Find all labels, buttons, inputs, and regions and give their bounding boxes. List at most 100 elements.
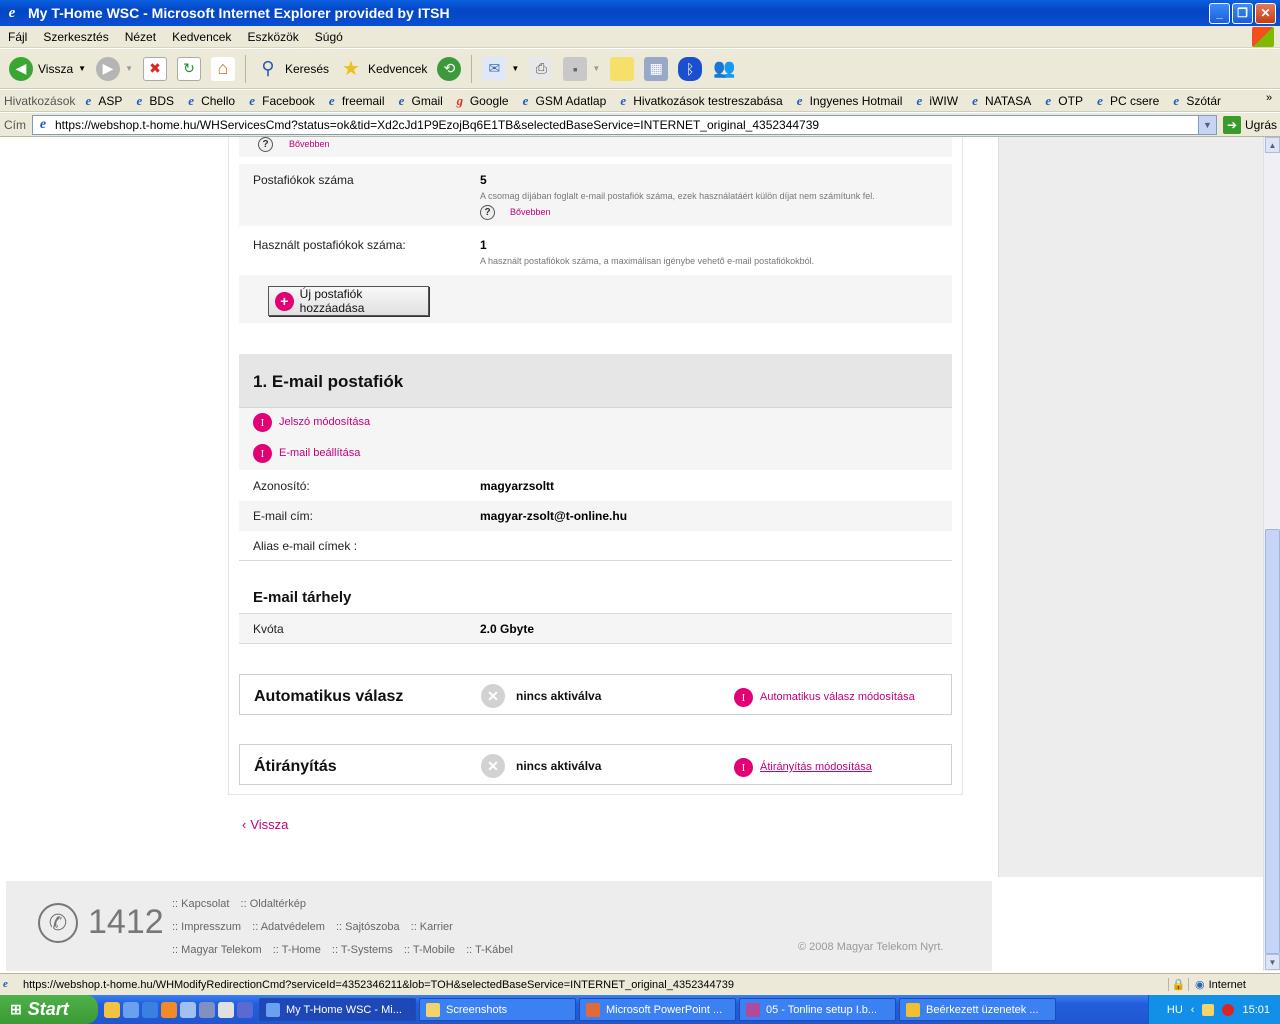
quick-launch-icon[interactable]	[218, 1001, 234, 1018]
quick-launch-icon[interactable]	[123, 1001, 139, 1018]
link-item[interactable]: e iWIW	[912, 93, 959, 108]
language-indicator[interactable]: HU	[1167, 1004, 1183, 1016]
forward-button[interactable]: ▶ ▼	[93, 53, 136, 85]
mail-button[interactable]: ✉ ▼	[479, 53, 522, 85]
quick-launch-icon[interactable]	[104, 1001, 120, 1018]
quick-launch-icon[interactable]	[180, 1001, 196, 1018]
link-item[interactable]: e freemail	[325, 93, 385, 108]
copyright: © 2008 Magyar Telekom Nyrt.	[798, 941, 944, 953]
tray-icon[interactable]	[1202, 1003, 1215, 1016]
autoreply-modify-link[interactable]: Automatikus válasz módosítása	[760, 691, 915, 703]
chevron-right-icon[interactable]: »	[1266, 92, 1272, 104]
task-outlook[interactable]: Beérkezett üzenetek ...	[899, 998, 1056, 1021]
scroll-up-icon[interactable]: ▲	[1265, 137, 1280, 153]
scroll-thumb[interactable]	[1265, 529, 1280, 954]
link-item[interactable]: e NATASA	[968, 93, 1031, 108]
footer-link-t-mobile[interactable]: :: T-Mobile	[404, 944, 455, 956]
phone-icon: ✆	[38, 903, 78, 943]
footer-link-t-home[interactable]: :: T-Home	[273, 944, 321, 956]
link-item[interactable]: e Chello	[184, 93, 235, 108]
refresh-button[interactable]: ↻	[174, 53, 204, 85]
dropdown-arrow-icon[interactable]: ▼	[78, 64, 86, 73]
scroll-down-icon[interactable]: ▼	[1265, 954, 1280, 970]
messenger-button[interactable]: 👥	[709, 53, 739, 85]
history-button[interactable]: ⟲	[434, 53, 464, 85]
home-button[interactable]: ⌂	[208, 53, 238, 85]
menu-help[interactable]: Súgó	[307, 30, 351, 44]
link-label: BDS	[149, 93, 175, 108]
menu-view[interactable]: Nézet	[117, 30, 164, 44]
vertical-scrollbar[interactable]: ▲ ▼	[1263, 137, 1280, 971]
close-button[interactable]: ✕	[1255, 2, 1276, 24]
search-button[interactable]: ⚲ Keresés	[253, 53, 332, 85]
task-winrar[interactable]: 05 - Tonline setup I.b...	[739, 998, 896, 1021]
help-icon[interactable]: ?	[258, 137, 273, 152]
note-button[interactable]	[607, 53, 637, 85]
help-icon[interactable]: ?	[480, 205, 495, 220]
menu-tools[interactable]: Eszközök	[239, 30, 306, 44]
task-powerpoint[interactable]: Microsoft PowerPoint ...	[579, 998, 736, 1021]
menu-file[interactable]: Fájl	[0, 30, 35, 44]
more-link[interactable]: Bővebben	[289, 139, 330, 149]
email-settings-link[interactable]: E-mail beállítása	[279, 447, 360, 459]
back-link[interactable]: ‹ Vissza	[242, 817, 288, 832]
tray-icon[interactable]	[1222, 1003, 1235, 1016]
redirect-modify-link[interactable]: Átirányítás módosítása	[760, 761, 872, 773]
bluetooth-button[interactable]: ᛒ	[675, 53, 705, 85]
chevron-down-icon[interactable]: ▼	[1198, 115, 1216, 134]
quick-launch-icon[interactable]	[142, 1001, 158, 1018]
link-item[interactable]: e OTP	[1041, 93, 1083, 108]
task-folder[interactable]: Screenshots	[419, 998, 576, 1021]
clock[interactable]: 15:01	[1242, 1004, 1270, 1016]
favorites-button[interactable]: ★ Kedvencek	[336, 53, 430, 85]
research-button[interactable]: ▦	[641, 53, 671, 85]
more-link[interactable]: Bővebben	[510, 207, 551, 217]
menu-edit[interactable]: Szerkesztés	[35, 30, 116, 44]
go-button[interactable]: ➔ Ugrás	[1223, 115, 1277, 134]
address-input[interactable]: e https://webshop.t-home.hu/WHServicesCm…	[32, 114, 1217, 135]
footer-link-press[interactable]: :: Sajtószoba	[336, 921, 400, 933]
start-button[interactable]: ⊞ Start	[0, 995, 98, 1024]
link-label: freemail	[341, 93, 385, 108]
task-ie[interactable]: My T-Home WSC - Mi...	[259, 998, 416, 1021]
messenger-icon: 👥	[713, 58, 736, 78]
footer-link-impressum[interactable]: :: Impresszum	[172, 921, 241, 933]
footer-link-privacy[interactable]: :: Adatvédelem	[252, 921, 325, 933]
quick-launch-icon[interactable]	[237, 1001, 253, 1018]
footer-link-t-kabel[interactable]: :: T-Kábel	[466, 944, 513, 956]
change-password-link[interactable]: Jelszó módosítása	[279, 416, 370, 428]
link-item[interactable]: e Hivatkozások testreszabása	[616, 93, 782, 108]
footer-link-sitemap[interactable]: :: Oldaltérkép	[241, 898, 306, 910]
footer-link-career[interactable]: :: Karrier	[411, 921, 453, 933]
link-item[interactable]: e Ingyenes Hotmail	[793, 93, 903, 108]
link-item[interactable]: e Szótár	[1169, 93, 1221, 108]
edit-button[interactable]: ▪ ▼	[560, 53, 603, 85]
footer-link-magyar-telekom[interactable]: :: Magyar Telekom	[172, 944, 262, 956]
link-item[interactable]: e Gmail	[395, 93, 443, 108]
link-item[interactable]: e PC csere	[1093, 93, 1159, 108]
dropdown-arrow-icon[interactable]: ▼	[592, 64, 600, 73]
print-button[interactable]: ⎙	[526, 53, 556, 85]
link-item[interactable]: e GSM Adatlap	[519, 93, 607, 108]
minimize-button[interactable]: _	[1209, 2, 1230, 24]
add-mailbox-button[interactable]: + Új postafiók hozzáadása	[268, 286, 429, 316]
link-item[interactable]: e ASP	[81, 93, 123, 108]
dropdown-arrow-icon[interactable]: ▼	[125, 64, 133, 73]
dropdown-arrow-icon[interactable]: ▼	[511, 64, 519, 73]
address-url[interactable]: https://webshop.t-home.hu/WHServicesCmd?…	[55, 118, 1198, 132]
footer-link-contact[interactable]: :: Kapcsolat	[172, 898, 229, 910]
footer-link-t-systems[interactable]: :: T-Systems	[332, 944, 393, 956]
quick-launch-icon[interactable]	[199, 1001, 215, 1018]
back-button[interactable]: ◀ Vissza ▼	[6, 53, 89, 85]
maximize-button[interactable]: ❐	[1232, 2, 1253, 24]
link-item[interactable]: e Facebook	[245, 93, 315, 108]
system-tray: HU ‹ 15:01	[1148, 995, 1280, 1024]
link-item[interactable]: g Google	[453, 93, 509, 108]
link-label: ASP	[98, 93, 123, 108]
chevron-left-icon[interactable]: ‹	[1191, 1004, 1195, 1016]
menu-favorites[interactable]: Kedvencek	[164, 30, 239, 44]
link-item[interactable]: e BDS	[132, 93, 175, 108]
identifier-label: Azonosító:	[253, 479, 310, 493]
stop-button[interactable]: ✖	[140, 53, 170, 85]
quick-launch-icon[interactable]	[161, 1001, 177, 1018]
